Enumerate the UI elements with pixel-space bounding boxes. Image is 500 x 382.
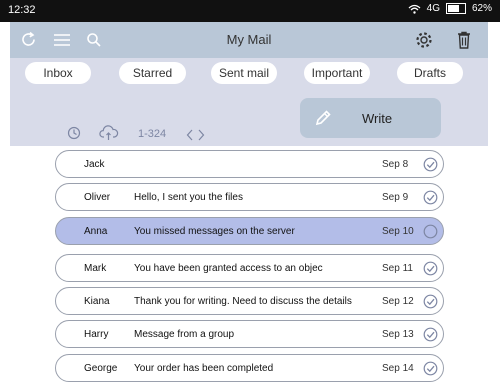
check-circle-icon[interactable] [423,327,438,342]
cloud-upload-icon[interactable] [99,125,119,141]
status-time: 12:32 [8,4,36,16]
email-subject: Message from a group [134,329,235,340]
status-bar: 12:32 4G 62% [0,0,500,22]
network-label: 4G [426,3,440,14]
trash-icon[interactable] [457,31,471,49]
email-sender: Harry [84,329,109,340]
email-sender: Anna [84,226,108,237]
email-subject: Thank you for writing. Need to discuss t… [134,296,352,307]
message-range: 1-324 [138,128,167,140]
email-subject: You have been granted access to an objec [134,263,323,274]
tab-important[interactable]: Important [304,62,370,84]
check-circle-icon[interactable] [423,294,438,309]
tab-sent-mail[interactable]: Sent mail [211,62,277,84]
email-sender: Kiana [84,296,110,307]
app-header: My Mail [10,22,488,58]
email-date: Sep 13 [382,329,414,340]
tab-drafts[interactable]: Drafts [397,62,463,84]
write-button[interactable]: Write [300,98,441,138]
check-circle-icon[interactable] [423,261,438,276]
write-label: Write [362,111,393,126]
email-row[interactable]: Kiana Thank you for writing. Need to disc… [55,287,444,315]
clock-icon[interactable] [67,126,81,140]
check-circle-icon[interactable] [423,190,438,205]
battery-label: 62% [471,3,492,14]
email-row[interactable]: Harry Message from a group Sep 13 [55,320,444,348]
email-row[interactable]: Mark You have been granted access to an o… [55,254,444,282]
email-date: Sep 14 [382,363,414,374]
check-circle-icon[interactable] [423,361,438,376]
tab-inbox[interactable]: Inbox [25,62,91,84]
email-sender: Mark [84,263,107,274]
empty-circle-icon[interactable] [423,224,438,239]
battery-icon [445,3,466,14]
pencil-icon [315,110,331,126]
wifi-icon [408,4,421,14]
email-row[interactable]: Oliver Hello, I sent you the files Sep 9 [55,183,444,211]
email-date: Sep 8 [382,159,409,170]
settings-icon[interactable] [415,31,433,49]
email-subject: Hello, I sent you the files [134,192,243,203]
email-date: Sep 12 [382,296,414,307]
email-sender: George [84,363,118,374]
email-date: Sep 9 [382,192,409,203]
chevron-left-icon[interactable] [186,129,194,141]
check-circle-icon[interactable] [423,157,438,172]
email-sender: Jack [84,159,105,170]
email-sender: Oliver [84,192,111,203]
email-row[interactable]: Anna You missed messages on the server Sep… [55,217,444,245]
email-row[interactable]: George Your order has been completed Sep 1… [55,354,444,382]
email-subject: Your order has been completed [134,363,274,374]
tab-starred[interactable]: Starred [119,62,186,84]
email-date: Sep 11 [382,263,413,274]
email-subject: You missed messages on the server [134,226,295,237]
chevron-right-icon[interactable] [197,129,205,141]
email-row[interactable]: Jack Sep 8 [55,150,444,178]
email-date: Sep 10 [382,226,414,237]
